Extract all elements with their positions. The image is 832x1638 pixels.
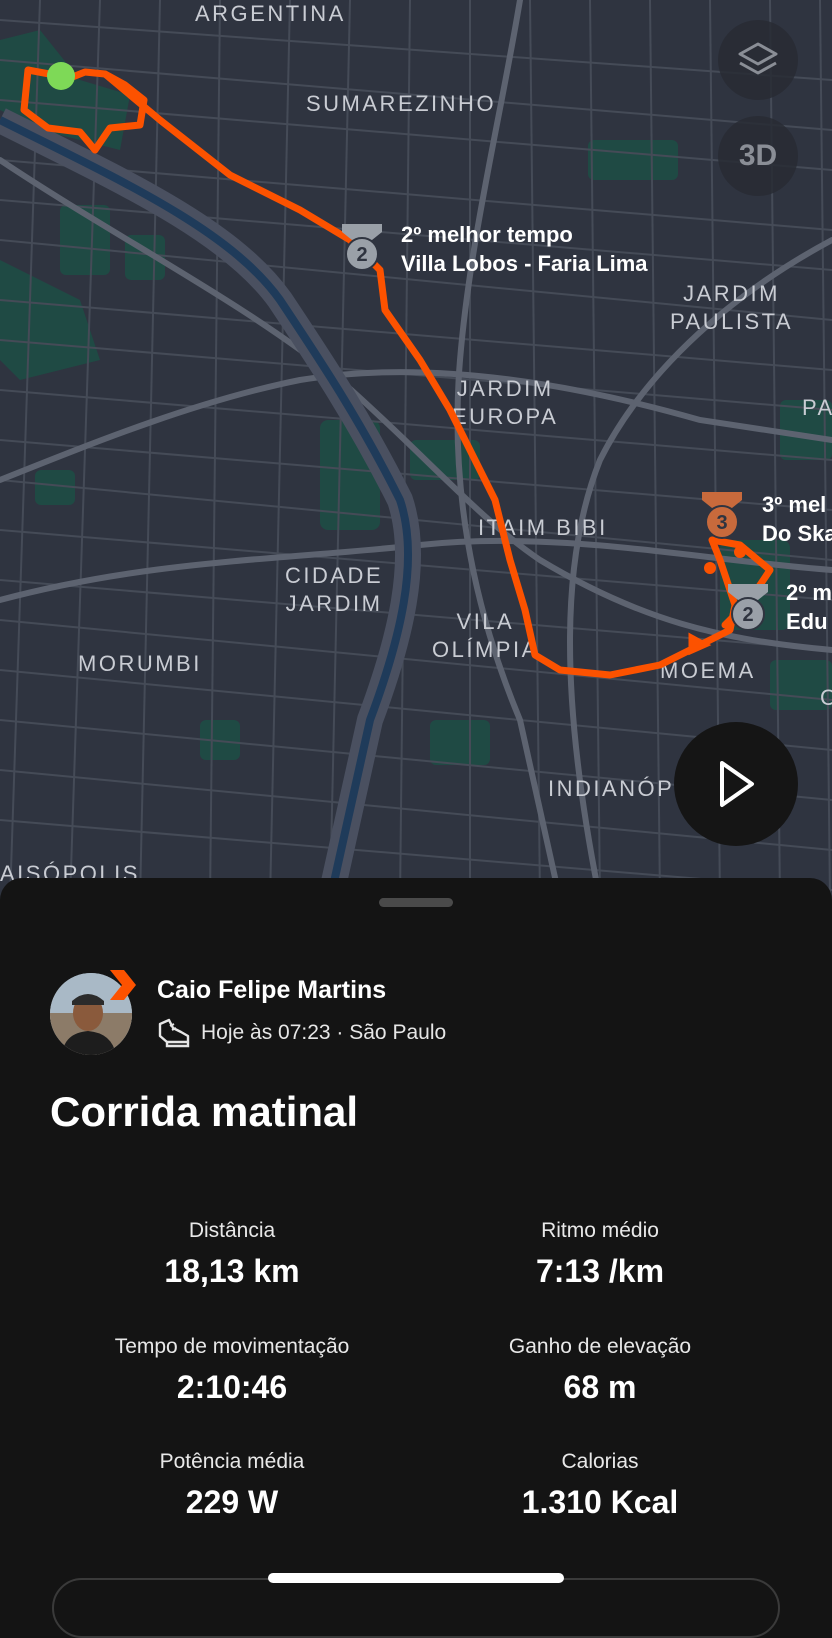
segment-label-edu[interactable]: 2º m Edu (786, 578, 832, 636)
map-layers-button[interactable] (718, 20, 798, 100)
segment-achievement: 2º m (786, 580, 832, 605)
stat-value: 68 m (563, 1369, 637, 1405)
activity-time-location: Hoje às 07:23 · São Paulo (201, 1021, 447, 1044)
stat-distance: Distância 18,13 km (52, 1218, 412, 1292)
layers-icon (738, 42, 778, 75)
stat-value: 1.310 Kcal (521, 1484, 679, 1520)
stat-label: Ganho de elevação (508, 1335, 692, 1358)
stat-label: Tempo de movimentação (114, 1335, 350, 1358)
stat-value: 2:10:46 (176, 1369, 288, 1405)
stat-calories: Calorias 1.310 Kcal (420, 1449, 780, 1523)
3d-label: 3D (738, 139, 778, 172)
segment-achievement: 2º melhor tempo (401, 222, 573, 247)
strava-subscriber-badge-icon (110, 970, 136, 1000)
sheet-drag-handle[interactable] (379, 898, 453, 907)
stat-label: Potência média (159, 1450, 305, 1473)
running-shoe-icon (158, 1018, 190, 1048)
stat-label: Distância (188, 1219, 276, 1242)
play-flyover-button[interactable] (674, 722, 798, 846)
segment-label-skate[interactable]: 3º mel Do Ska (762, 490, 832, 548)
stat-moving-time: Tempo de movimentação 2:10:46 (52, 1334, 412, 1408)
stat-label: Calorias (561, 1450, 639, 1473)
stat-average-pace: Ritmo médio 7:13 /km (420, 1218, 780, 1292)
svg-text:2: 2 (356, 244, 367, 266)
svg-text:3: 3 (716, 512, 727, 534)
segment-label-villa-lobos[interactable]: 2º melhor tempo Villa Lobos - Faria Lima (401, 220, 648, 278)
medal-icon: 2 (728, 584, 768, 631)
segment-name: Do Ska (762, 521, 832, 546)
stat-value: 7:13 /km (535, 1253, 665, 1289)
stat-value: 229 W (185, 1484, 279, 1520)
segment-achievement: 3º mel (762, 492, 827, 517)
medal-icon: 3 (702, 492, 742, 539)
svg-text:2: 2 (742, 604, 753, 626)
activity-details-sheet: Caio Felipe Martins Hoje às 07:23 · São … (0, 878, 832, 1600)
stat-elevation-gain: Ganho de elevação 68 m (420, 1334, 780, 1408)
route-start-marker (47, 62, 75, 90)
stat-value: 18,13 km (164, 1253, 300, 1289)
activity-title: Corrida matinal (50, 1088, 359, 1135)
route-map[interactable]: ARGENTINA SUMAREZINHO JARDIM PAULISTA JA… (0, 0, 832, 900)
stat-label: Ritmo médio (541, 1219, 659, 1242)
activity-meta: Hoje às 07:23 · São Paulo (157, 1018, 446, 1048)
segment-name: Edu (786, 609, 828, 634)
next-card-edge (52, 1578, 780, 1638)
stat-average-power: Potência média 229 W (52, 1449, 412, 1523)
athlete-name[interactable]: Caio Felipe Martins (157, 976, 386, 1005)
home-indicator[interactable] (268, 1573, 564, 1583)
play-icon (720, 761, 754, 807)
map-3d-button[interactable]: 3D (718, 116, 798, 196)
medal-icon: 2 (342, 224, 382, 271)
segment-name: Villa Lobos - Faria Lima (401, 251, 648, 276)
